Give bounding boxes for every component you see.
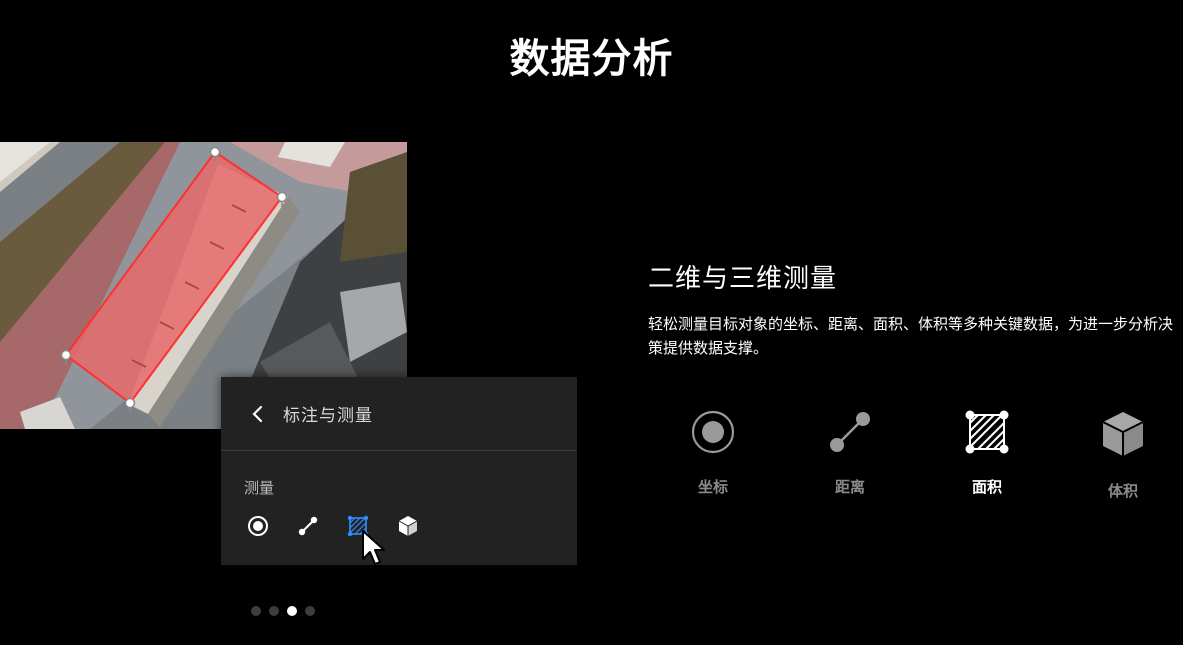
polygon-icon [965,410,1009,454]
feature-title: 二维与三维测量 [648,264,838,294]
feature-volume[interactable]: 体积 [1083,410,1163,501]
back-chevron-icon[interactable] [249,405,267,423]
cube-icon[interactable] [397,515,419,537]
carousel-dot[interactable] [251,606,261,616]
panel-header: 标注与测量 [221,377,577,451]
mouse-pointer-icon [361,529,387,571]
feature-label: 体积 [1107,482,1138,500]
measurement-panel: 标注与测量 测量 [221,377,577,565]
feature-label: 坐标 [697,478,728,496]
target-icon [691,410,735,454]
feature-distance[interactable]: 距离 [810,410,890,497]
page-title: 数据分析 [509,36,674,82]
carousel-dot[interactable] [269,606,279,616]
feature-area[interactable]: 面积 [947,410,1027,497]
measure-section-label: 测量 [244,479,275,497]
measure-tools [247,515,419,537]
panel-title: 标注与测量 [283,406,373,426]
line-icon[interactable] [297,515,319,537]
carousel-dots [251,606,315,616]
carousel-dot[interactable] [305,606,315,616]
line-icon [830,412,870,452]
feature-label: 距离 [834,478,865,496]
feature-label: 面积 [971,478,1002,496]
feature-description: 轻松测量目标对象的坐标、距离、面积、体积等多种关键数据，为进一步分析决策提供数据… [648,315,1174,357]
feature-coordinate[interactable]: 坐标 [673,410,753,497]
target-icon[interactable] [247,515,269,537]
cube-icon [1102,412,1144,456]
carousel-dot-active[interactable] [287,606,297,616]
